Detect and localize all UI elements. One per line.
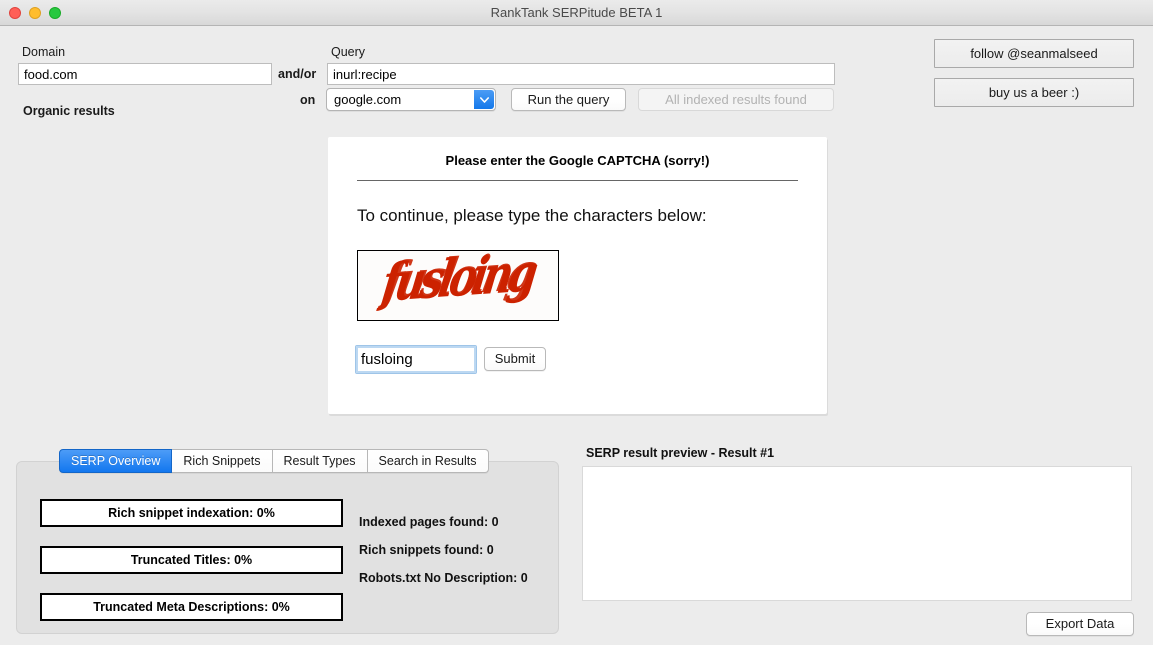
organic-results-label: Organic results xyxy=(23,104,115,118)
window-title: RankTank SERPitude BETA 1 xyxy=(490,5,663,20)
run-query-button[interactable]: Run the query xyxy=(511,88,626,111)
chevron-down-icon[interactable] xyxy=(474,90,494,109)
search-engine-select[interactable]: google.com xyxy=(326,88,496,111)
application-window: RankTank SERPitude BETA 1 Domain and/or … xyxy=(0,0,1153,645)
on-label: on xyxy=(300,93,316,107)
follow-twitter-button[interactable]: follow @seanmalseed xyxy=(934,39,1134,68)
metric-truncated-meta-descriptions: Truncated Meta Descriptions: 0% xyxy=(40,593,343,621)
tab-rich-snippets[interactable]: Rich Snippets xyxy=(172,449,273,473)
captcha-instruction: To continue, please type the characters … xyxy=(357,206,707,225)
query-input[interactable] xyxy=(327,63,835,85)
metric-truncated-titles: Truncated Titles: 0% xyxy=(40,546,343,574)
stat-rich-snippets-found: Rich snippets found: 0 xyxy=(359,543,494,557)
domain-label: Domain xyxy=(22,45,66,59)
and-or-label: and/or xyxy=(278,67,317,81)
captcha-divider xyxy=(357,180,798,181)
captcha-answer-field[interactable] xyxy=(355,345,477,374)
captcha-answer-input[interactable] xyxy=(361,346,471,373)
captcha-image: fusloing fusloing xyxy=(357,250,559,321)
stat-robots-no-description: Robots.txt No Description: 0 xyxy=(359,571,528,585)
tab-search-in-results[interactable]: Search in Results xyxy=(367,449,489,473)
metric-rich-snippet-indexation: Rich snippet indexation: 0% xyxy=(40,499,343,527)
tab-result-types[interactable]: Result Types xyxy=(272,449,368,473)
buy-us-a-beer-button[interactable]: buy us a beer :) xyxy=(934,78,1134,107)
captcha-image-glyphs: fusloing fusloing xyxy=(376,251,542,314)
indexed-results-status-button: All indexed results found xyxy=(638,88,834,111)
stat-indexed-pages-found: Indexed pages found: 0 xyxy=(359,515,499,529)
tab-serp-overview[interactable]: SERP Overview xyxy=(59,449,173,473)
query-label: Query xyxy=(331,45,366,59)
domain-input[interactable] xyxy=(18,63,272,85)
search-engine-value: google.com xyxy=(334,92,402,107)
export-data-button[interactable]: Export Data xyxy=(1026,612,1134,636)
captcha-submit-button[interactable]: Submit xyxy=(484,347,546,371)
serp-preview-box xyxy=(582,466,1132,601)
captcha-panel: Please enter the Google CAPTCHA (sorry!)… xyxy=(328,137,827,414)
title-bar: RankTank SERPitude BETA 1 xyxy=(0,0,1153,26)
results-tab-bar: SERP Overview Rich Snippets Result Types… xyxy=(59,449,489,473)
serp-preview-title: SERP result preview - Result #1 xyxy=(586,446,775,460)
captcha-title: Please enter the Google CAPTCHA (sorry!) xyxy=(445,153,710,168)
serp-overview-groupbox: Rich snippet indexation: 0% Truncated Ti… xyxy=(16,461,559,634)
